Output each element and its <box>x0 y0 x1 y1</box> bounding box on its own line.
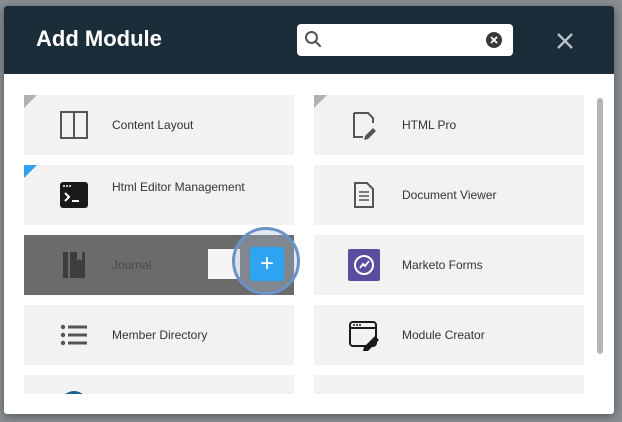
list-icon <box>58 319 90 351</box>
search-box[interactable] <box>297 24 513 56</box>
close-icon[interactable] <box>556 32 574 55</box>
module-label: Member Directory <box>112 328 208 342</box>
module-tile-partial[interactable] <box>314 375 584 394</box>
module-tile-partial[interactable] <box>24 375 294 394</box>
module-label: Document Viewer <box>402 188 497 202</box>
html-edit-icon <box>348 109 380 141</box>
corner-marker <box>24 95 37 108</box>
cloud-icon <box>348 389 380 394</box>
module-label: Html Editor Management <box>112 180 245 194</box>
search-icon <box>304 30 322 53</box>
module-tile-marketo-forms[interactable]: Marketo Forms <box>314 235 584 295</box>
corner-marker <box>24 165 37 178</box>
add-module-dialog: Add Module Content Layout Html Editor Ma… <box>4 6 614 414</box>
document-icon <box>348 179 380 211</box>
terminal-icon <box>58 179 90 211</box>
module-tile-journal[interactable]: Journal + <box>24 227 300 295</box>
corner-marker <box>314 95 327 108</box>
module-label: Module Creator <box>402 328 485 342</box>
module-label: Journal <box>112 258 152 272</box>
module-tile-content-layout[interactable]: Content Layout <box>24 95 294 155</box>
module-grid: Content Layout Html Editor Management Jo… <box>4 74 614 394</box>
module-tile-module-creator[interactable]: Module Creator <box>314 305 584 365</box>
content-layout-icon <box>58 109 90 141</box>
globe-icon <box>58 389 90 394</box>
module-tile-member-directory[interactable]: Member Directory <box>24 305 294 365</box>
dialog-title: Add Module <box>36 26 162 51</box>
module-tile-document-viewer[interactable]: Document Viewer <box>314 165 584 225</box>
search-input[interactable] <box>329 30 479 50</box>
module-label: Content Layout <box>112 118 194 132</box>
marketo-icon <box>348 249 380 281</box>
module-tile-html-pro[interactable]: HTML Pro <box>314 95 584 155</box>
clear-search-icon[interactable] <box>486 32 502 53</box>
module-creator-icon <box>348 319 380 351</box>
module-tile-html-editor-management[interactable]: Html Editor Management <box>24 165 294 225</box>
journal-icon <box>58 249 90 281</box>
module-label: HTML Pro <box>402 118 457 132</box>
dialog-header: Add Module <box>4 6 614 74</box>
add-module-button[interactable]: + <box>250 247 284 281</box>
module-label: Marketo Forms <box>402 258 483 272</box>
scrollbar[interactable] <box>597 98 603 354</box>
